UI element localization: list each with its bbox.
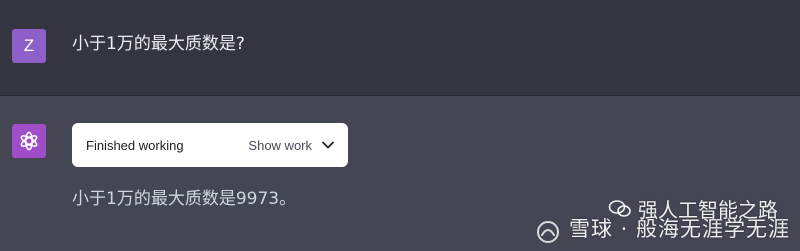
work-status-label: Finished working bbox=[86, 137, 184, 153]
openai-logo-icon bbox=[20, 131, 38, 151]
snowball-logo-icon bbox=[535, 219, 561, 245]
show-work-label: Show work bbox=[248, 137, 312, 153]
work-panel: Finished working Show work bbox=[72, 123, 348, 167]
show-work-button[interactable]: Show work bbox=[248, 138, 334, 153]
watermark-wechat: 强人工智能之路 bbox=[608, 194, 778, 223]
watermark-wechat-line: 强人工智能之路 bbox=[608, 194, 778, 223]
watermark: 雪球 · 般海无涯学无涯 强人工智能之路 bbox=[535, 198, 790, 245]
user-avatar-letter: Z bbox=[23, 36, 35, 55]
wechat-icon bbox=[608, 199, 631, 217]
user-avatar: Z bbox=[12, 29, 46, 63]
watermark-wechat-text: 强人工智能之路 bbox=[638, 198, 778, 222]
user-message-text: 小于1万的最大质数是? bbox=[72, 34, 245, 54]
assistant-avatar bbox=[12, 124, 46, 158]
assistant-message-text: 小于1万的最大质数是9973。 bbox=[72, 189, 297, 209]
user-message-row: Z 小于1万的最大质数是? bbox=[0, 0, 800, 96]
chevron-down-icon bbox=[322, 141, 334, 149]
